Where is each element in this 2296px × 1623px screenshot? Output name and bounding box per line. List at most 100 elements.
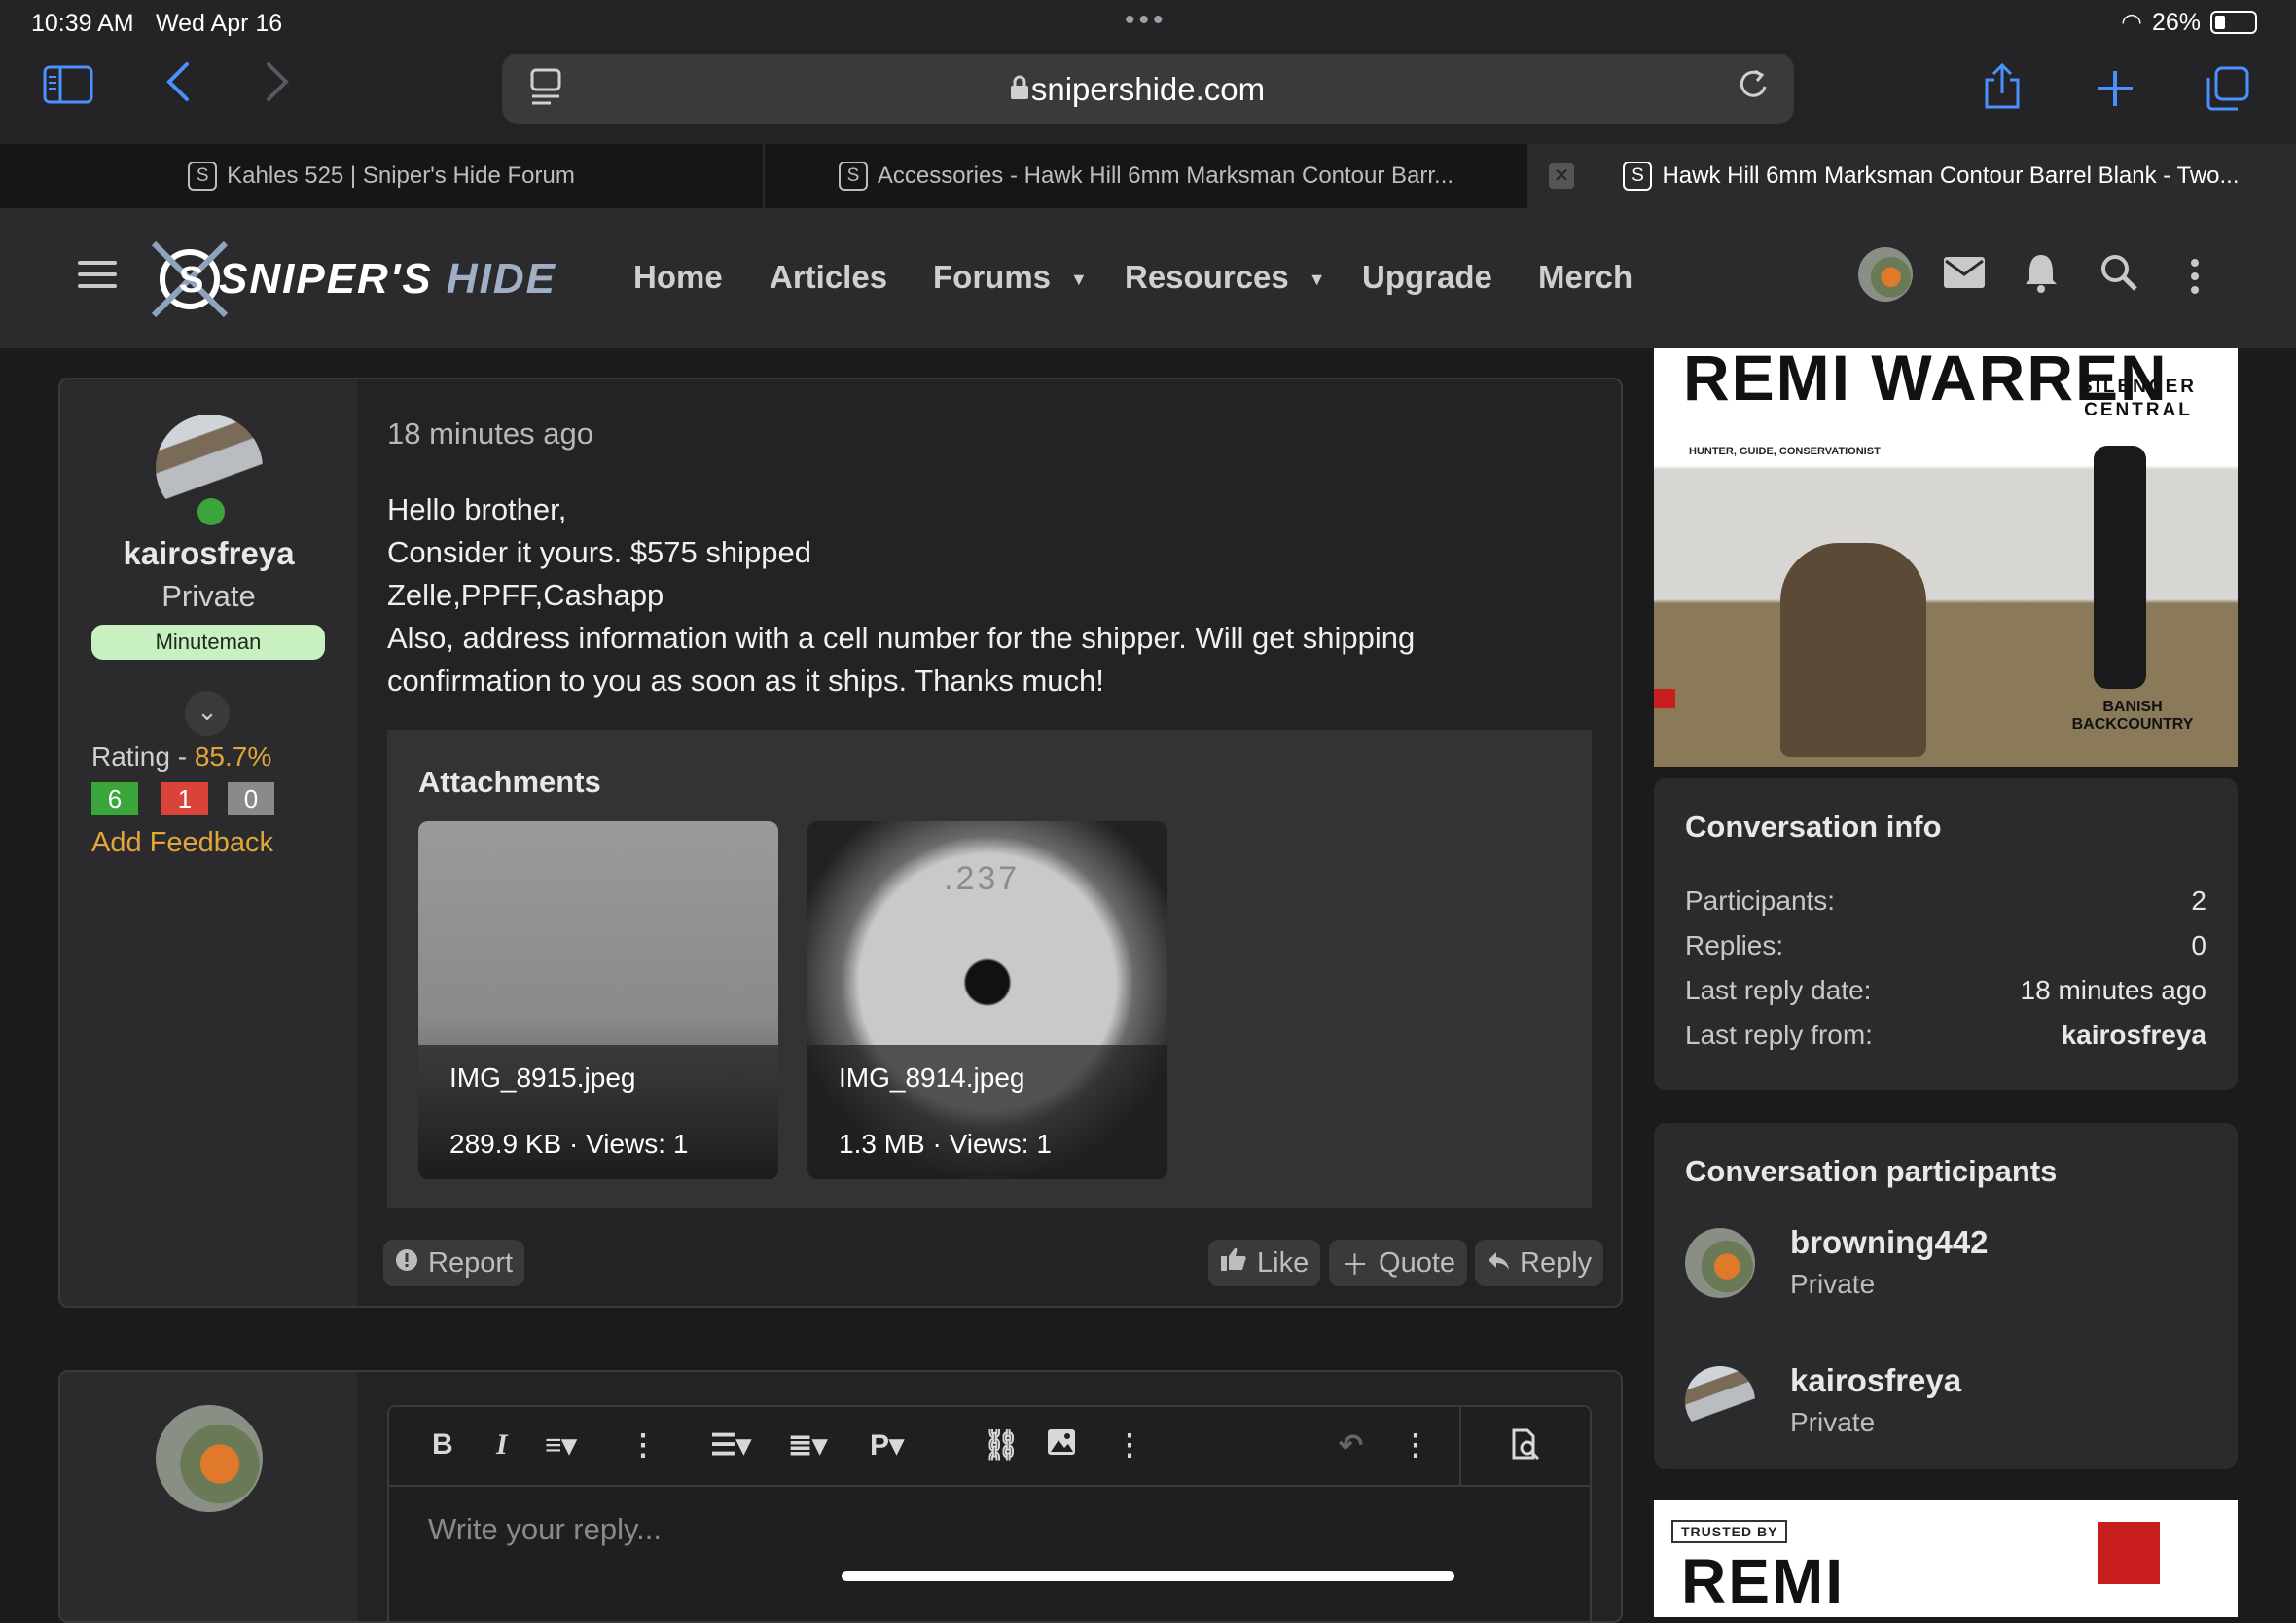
reply-user-panel bbox=[60, 1372, 357, 1621]
address-bar[interactable]: snipershide.com bbox=[502, 54, 1794, 124]
barrel-stamp-text: .237 bbox=[944, 860, 1021, 897]
info-value: 2 bbox=[2191, 885, 2206, 916]
more-vertical-icon[interactable]: ⋮ bbox=[1115, 1428, 1144, 1462]
caret-down-icon: ▼ bbox=[1070, 269, 1088, 289]
tab-kahles[interactable]: S Kahles 525 | Sniper's Hide Forum bbox=[0, 144, 765, 208]
tab-overview-icon[interactable] bbox=[2205, 66, 2251, 122]
post-body: Hello brother, Consider it yours. $575 s… bbox=[387, 488, 1574, 703]
mail-icon[interactable] bbox=[1942, 255, 1987, 300]
italic-icon[interactable]: I bbox=[496, 1428, 508, 1461]
chevron-down-icon[interactable]: ⌄ bbox=[185, 691, 230, 736]
back-icon[interactable] bbox=[163, 60, 191, 114]
reply-button[interactable]: Reply bbox=[1475, 1240, 1604, 1286]
nav-upgrade[interactable]: Upgrade bbox=[1362, 259, 1492, 296]
multitasking-dots-icon[interactable]: ••• bbox=[1125, 4, 1167, 37]
new-tab-icon[interactable] bbox=[2096, 66, 2135, 119]
thumbs-up-icon bbox=[1220, 1246, 1247, 1280]
sidebar-toggle-icon[interactable] bbox=[43, 62, 93, 115]
tab-accessories[interactable]: S Accessories - Hawk Hill 6mm Marksman C… bbox=[765, 144, 1529, 208]
attachment-thumbnail[interactable]: IMG_8915.jpeg 289.9 KB · Views: 1 bbox=[418, 821, 778, 1179]
participant-avatar[interactable] bbox=[1685, 1228, 1755, 1298]
info-label: Participants: bbox=[1685, 885, 1836, 916]
like-button[interactable]: Like bbox=[1208, 1240, 1321, 1286]
reply-placeholder[interactable]: Write your reply... bbox=[428, 1512, 662, 1547]
reload-icon[interactable] bbox=[1736, 65, 1771, 114]
info-value[interactable]: kairosfreya bbox=[2062, 1020, 2206, 1051]
ad-suppressor-image bbox=[2094, 446, 2146, 689]
reply-arrow-icon bbox=[1487, 1247, 1510, 1280]
conversation-info-title: Conversation info bbox=[1685, 810, 1942, 844]
more-vertical-icon[interactable]: ⋮ bbox=[1401, 1428, 1430, 1462]
positive-feedback-count[interactable]: 6 bbox=[91, 782, 138, 815]
list-icon[interactable]: ☰▾ bbox=[710, 1428, 751, 1462]
site-header: S SNIPER'S HIDE Home Articles Forums ▼ Re… bbox=[0, 208, 2296, 348]
quote-button[interactable]: ＋ Quote bbox=[1329, 1240, 1468, 1286]
status-time: 10:39 AM bbox=[31, 10, 134, 37]
nav-home[interactable]: Home bbox=[633, 259, 723, 296]
more-vertical-icon[interactable] bbox=[2189, 257, 2201, 306]
menu-icon[interactable] bbox=[78, 261, 117, 296]
nav-merch[interactable]: Merch bbox=[1538, 259, 1632, 296]
share-icon[interactable] bbox=[1981, 62, 2024, 122]
wifi-icon: ◠ bbox=[2121, 9, 2142, 36]
neutral-feedback-count[interactable]: 0 bbox=[228, 782, 274, 815]
url-text[interactable]: snipershide.com bbox=[502, 71, 1794, 108]
participant-rank: Private bbox=[1790, 1407, 1876, 1437]
link-icon[interactable]: ⛓ bbox=[983, 1428, 1020, 1462]
bell-icon[interactable] bbox=[2022, 251, 2061, 304]
info-row: Last reply from: kairosfreya bbox=[1685, 1020, 2206, 1051]
text-format-icon[interactable]: ≡▾ bbox=[545, 1428, 577, 1462]
forward-icon[interactable] bbox=[265, 60, 292, 114]
participant-item[interactable]: kairosfreya Private bbox=[1685, 1362, 2210, 1454]
nav-forums[interactable]: Forums ▼ bbox=[933, 259, 1088, 296]
image-icon[interactable] bbox=[1047, 1428, 1076, 1463]
attachment-filename: IMG_8915.jpeg bbox=[449, 1063, 636, 1093]
plus-icon: ＋ bbox=[1341, 1250, 1370, 1281]
post-timestamp[interactable]: 18 minutes ago bbox=[387, 416, 593, 451]
participant-name[interactable]: kairosfreya bbox=[1790, 1362, 1961, 1399]
more-vertical-icon[interactable]: ⋮ bbox=[628, 1428, 658, 1462]
current-user-avatar[interactable] bbox=[156, 1405, 263, 1512]
align-icon[interactable]: ≣▾ bbox=[788, 1428, 827, 1462]
attachment-thumbnail[interactable]: .237 IMG_8914.jpeg 1.3 MB · Views: 1 bbox=[807, 821, 1167, 1179]
paragraph-icon[interactable]: P▾ bbox=[870, 1428, 904, 1462]
nav-articles[interactable]: Articles bbox=[770, 259, 887, 296]
undo-icon[interactable]: ↶ bbox=[1339, 1428, 1363, 1462]
add-feedback-link[interactable]: Add Feedback bbox=[91, 827, 273, 859]
online-status-icon bbox=[194, 494, 229, 529]
report-button[interactable]: Report bbox=[383, 1240, 525, 1286]
svg-text:S: S bbox=[179, 260, 203, 301]
attachments-block: Attachments IMG_8915.jpeg 289.9 KB · Vie… bbox=[387, 730, 1592, 1208]
negative-feedback-count[interactable]: 1 bbox=[161, 782, 208, 815]
participant-name[interactable]: browning442 bbox=[1790, 1224, 1989, 1261]
user-avatar[interactable] bbox=[1858, 247, 1913, 302]
info-row: Replies: 0 bbox=[1685, 930, 2206, 961]
search-icon[interactable] bbox=[2099, 253, 2138, 302]
participant-item[interactable]: browning442 Private bbox=[1685, 1224, 2210, 1316]
ad-accent bbox=[1654, 689, 1675, 708]
site-favicon-icon: S bbox=[838, 162, 868, 191]
sidebar-advertisement[interactable]: REMI WARREN HUNTER, GUIDE, CONSERVATIONI… bbox=[1654, 348, 2238, 767]
sidebar-advertisement-bottom[interactable]: TRUSTED BY REMI bbox=[1654, 1500, 2238, 1617]
ad-brand: SILENCER CENTRAL bbox=[2079, 377, 2198, 420]
home-indicator[interactable] bbox=[842, 1571, 1454, 1581]
participant-avatar[interactable] bbox=[1685, 1366, 1755, 1436]
post-author-name[interactable]: kairosfreya bbox=[60, 535, 357, 572]
close-tab-icon[interactable]: ✕ bbox=[1549, 163, 1574, 189]
info-label: Last reply date: bbox=[1685, 975, 1872, 1005]
post-line: Zelle,PPFF,Cashapp bbox=[387, 578, 664, 612]
like-label: Like bbox=[1257, 1246, 1309, 1279]
bold-icon[interactable]: B bbox=[432, 1428, 453, 1461]
reply-editor[interactable]: B I ≡▾ ⋮ ☰▾ ≣▾ P▾ ⛓ ⋮ ↶ ⋮ Write your rep… bbox=[387, 1405, 1592, 1621]
editor-toolbar: B I ≡▾ ⋮ ☰▾ ≣▾ P▾ ⛓ ⋮ ↶ ⋮ bbox=[389, 1407, 1590, 1487]
nav-forums-label: Forums bbox=[933, 259, 1052, 295]
preview-icon[interactable] bbox=[1510, 1428, 1541, 1469]
site-logo[interactable]: S SNIPER'S HIDE bbox=[146, 235, 574, 323]
info-value[interactable]: 18 minutes ago bbox=[2021, 975, 2206, 1006]
ad-product: BANISH BACKCOUNTRY bbox=[2071, 699, 2194, 733]
nav-resources[interactable]: Resources ▼ bbox=[1125, 259, 1326, 296]
caret-down-icon: ▼ bbox=[1308, 269, 1326, 289]
tab-hawk-hill[interactable]: ✕ S Hawk Hill 6mm Marksman Contour Barre… bbox=[1529, 144, 2296, 208]
conversation-info-card: Conversation info Participants: 2 Replie… bbox=[1654, 778, 2238, 1090]
participant-rank: Private bbox=[1790, 1269, 1876, 1299]
